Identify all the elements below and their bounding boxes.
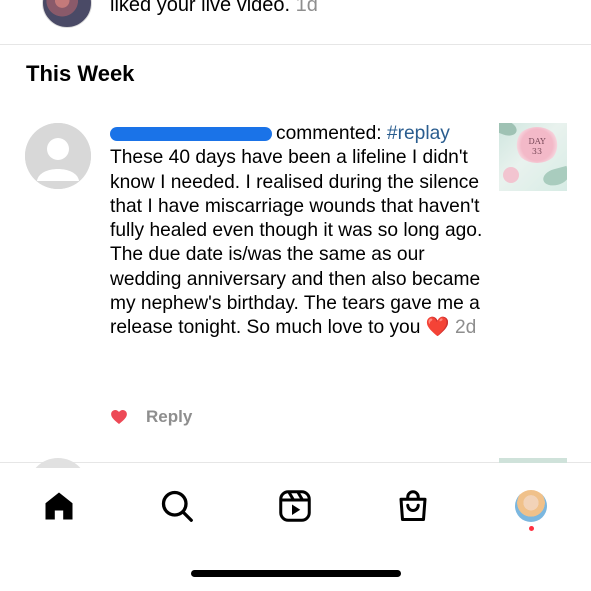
heart-emoji: ❤️: [425, 317, 450, 339]
notification-time: 2d: [454, 317, 477, 339]
notification-text[interactable]: commented: #replay These 40 days have be…: [110, 122, 492, 341]
comment-actions: Reply: [110, 406, 192, 428]
redacted-username[interactable]: [110, 126, 272, 141]
notification-dot: [529, 526, 534, 531]
reels-icon: [279, 490, 311, 522]
tab-profile[interactable]: [511, 486, 551, 526]
previous-notification[interactable]: liked your live video. 1d: [0, 0, 591, 44]
home-icon: [45, 492, 73, 520]
like-heart-icon[interactable]: [110, 408, 128, 426]
thumbnail-leaf: [499, 123, 519, 139]
reply-button[interactable]: Reply: [146, 407, 192, 427]
default-avatar-icon: [25, 123, 91, 189]
profile-avatar: [515, 490, 547, 522]
home-indicator[interactable]: [191, 570, 401, 577]
commenter-avatar[interactable]: [25, 123, 91, 189]
search-icon: [161, 490, 193, 522]
previous-notification-text: liked your live video. 1d: [110, 0, 318, 17]
shop-icon: [399, 490, 427, 521]
section-title: This Week: [26, 61, 135, 86]
tab-shop[interactable]: [393, 486, 433, 526]
post-thumbnail[interactable]: DAY 33: [499, 123, 567, 191]
previous-notification-time: 1d: [295, 0, 318, 16]
thumbnail-leaf-2: [541, 165, 567, 189]
comment-text: These 40 days have been a lifeline I did…: [110, 147, 483, 339]
divider: [0, 44, 591, 45]
previous-notification-message: liked your live video.: [110, 0, 291, 16]
thumbnail-flower: [503, 167, 519, 183]
tab-search[interactable]: [157, 486, 197, 526]
previous-notification-avatar[interactable]: [42, 0, 92, 28]
next-notification-thumbnail[interactable]: [499, 458, 567, 463]
tab-home[interactable]: [39, 486, 79, 526]
tab-reels[interactable]: [275, 486, 315, 526]
hashtag-link[interactable]: #replay: [387, 123, 450, 144]
thumbnail-text: DAY 33: [528, 137, 546, 156]
notification-action: commented:: [276, 123, 382, 144]
tab-bar: [0, 464, 591, 544]
